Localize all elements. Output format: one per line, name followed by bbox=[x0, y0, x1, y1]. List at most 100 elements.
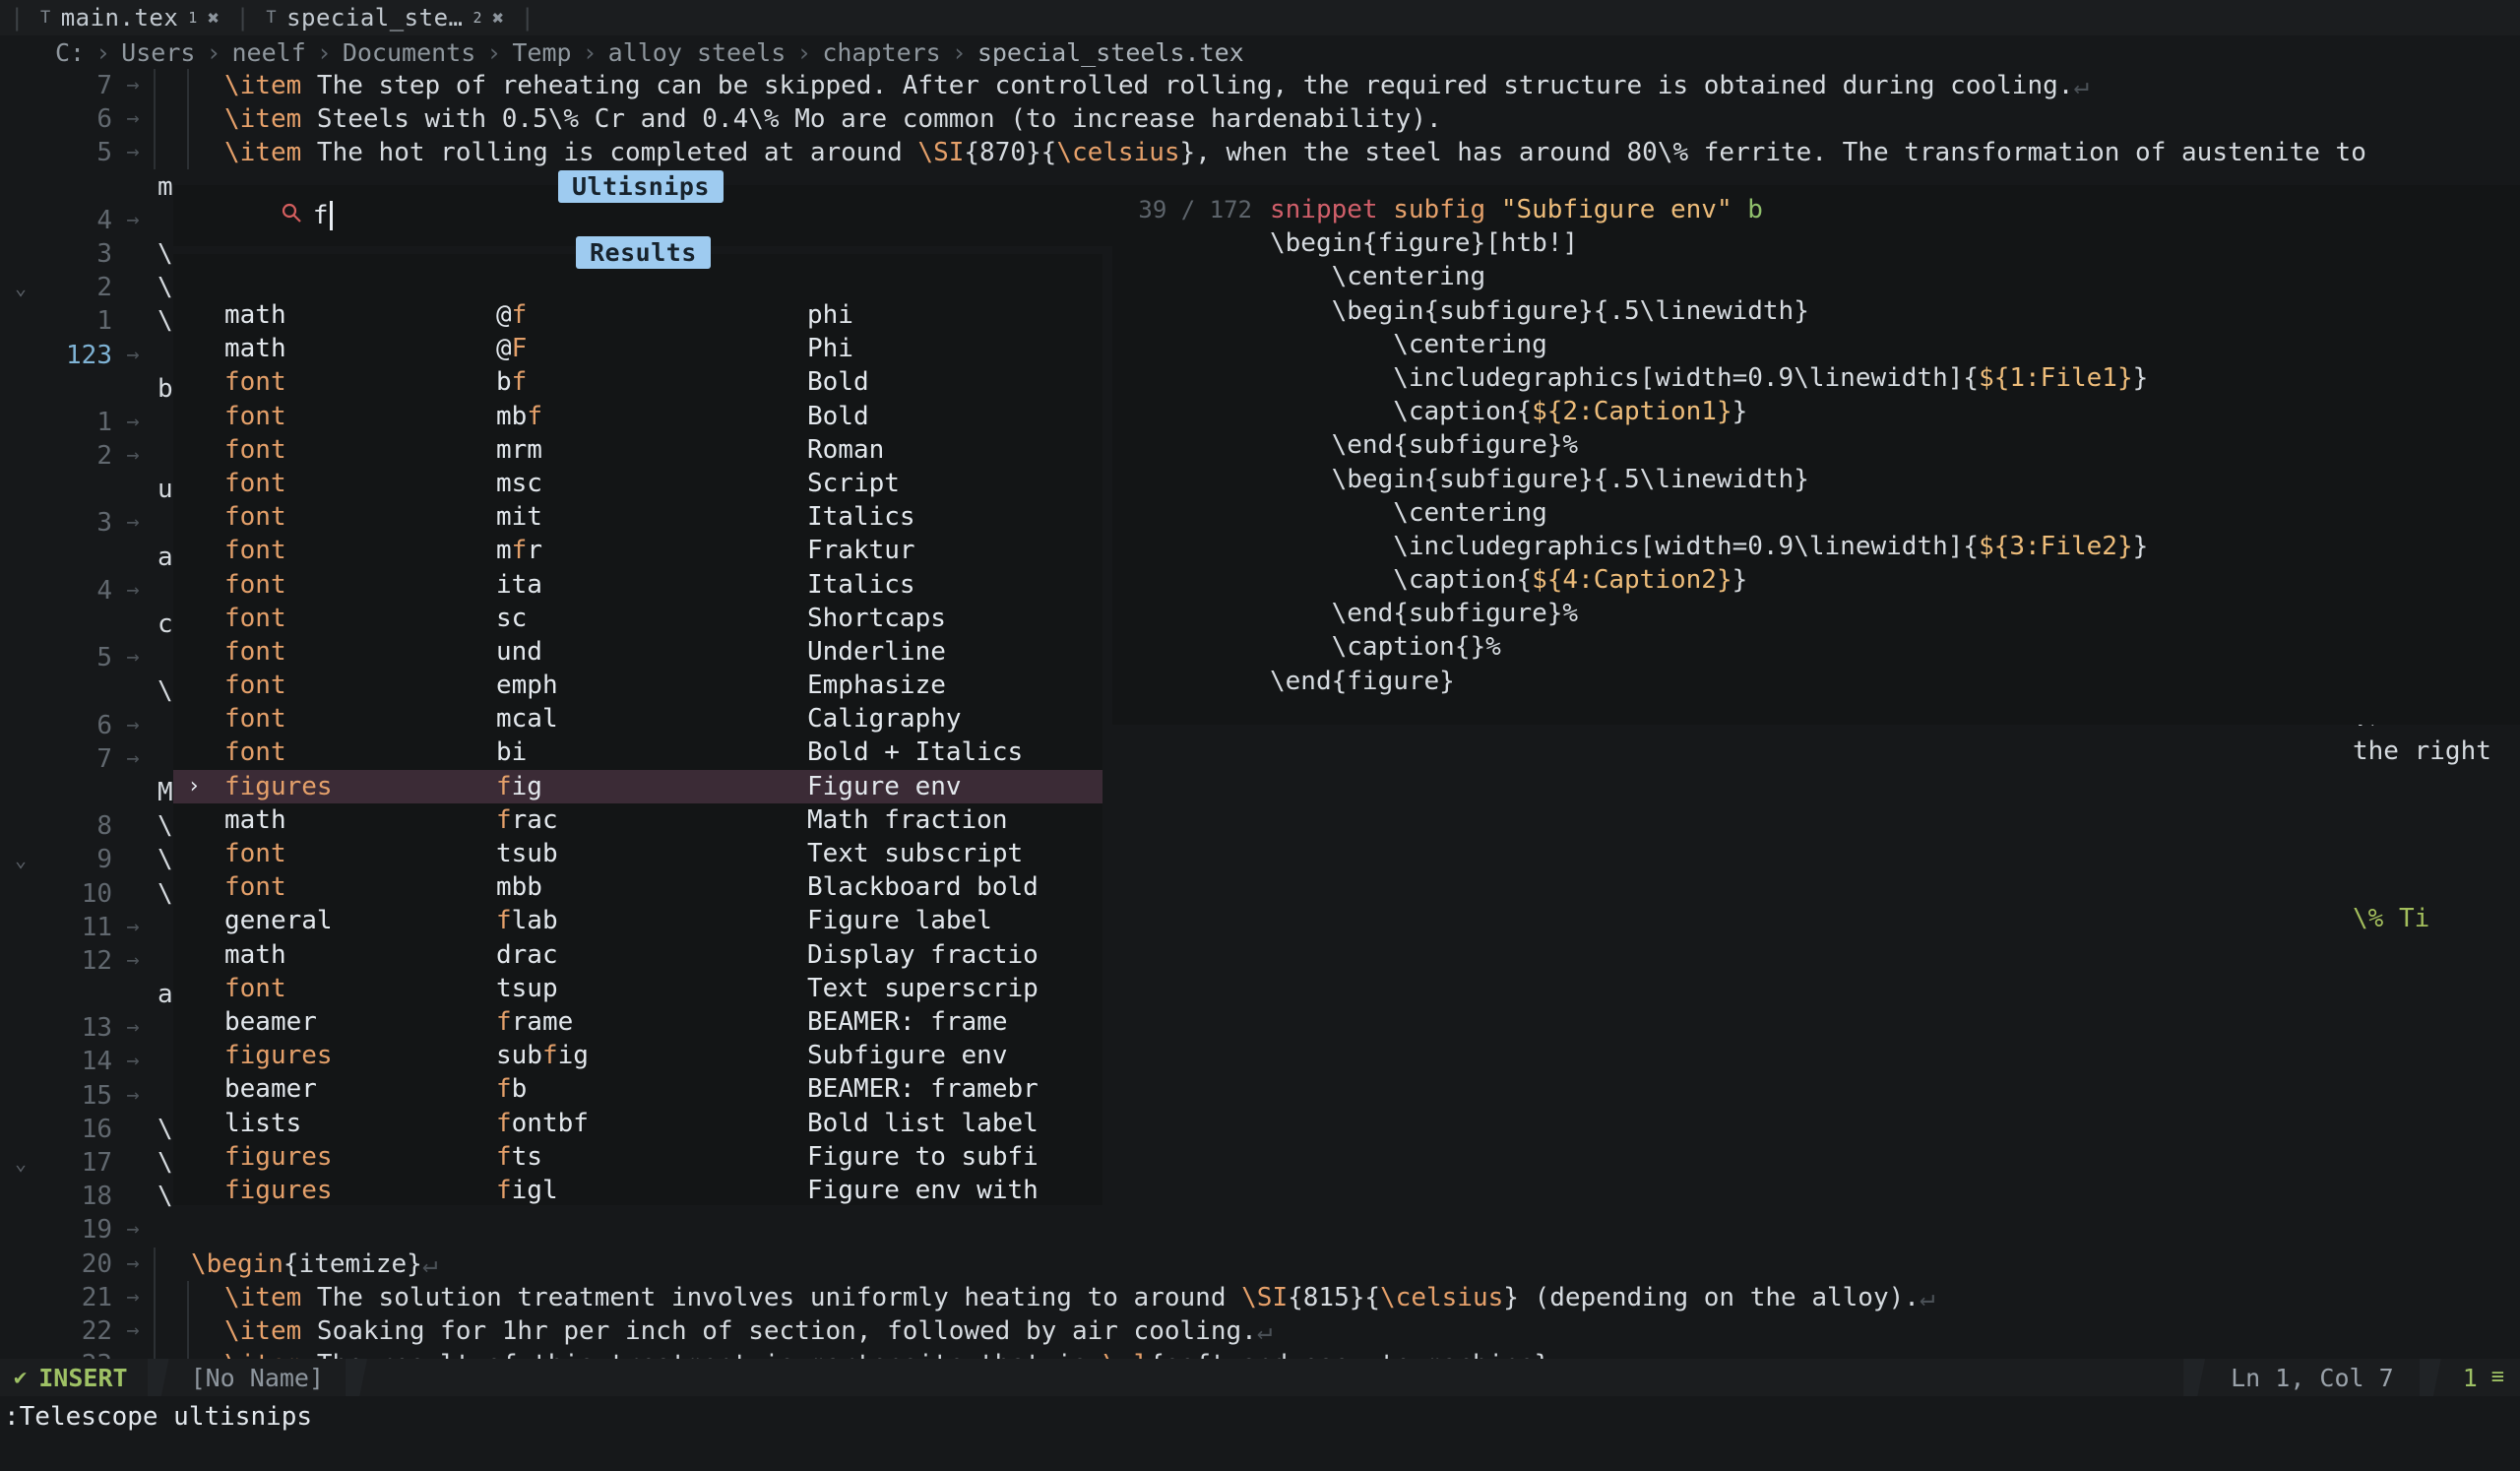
line-number: 2 bbox=[96, 441, 112, 472]
buffer-line[interactable]: 5 → \item The hot rolling is completed at … bbox=[0, 136, 2520, 170]
buffer-overflow-line: nd bbox=[2353, 636, 2384, 666]
breadcrumb-item[interactable]: chapters bbox=[822, 38, 940, 67]
breadcrumb-separator: › bbox=[206, 37, 221, 67]
buffer-line[interactable]: 15 → bbox=[0, 1079, 2520, 1113]
wrap-marker: → bbox=[126, 1250, 140, 1276]
indent-guide bbox=[187, 1280, 220, 1314]
line-text: u bbox=[158, 475, 173, 505]
tab-special-steels-tex[interactable]: T special_ste… 2 ✖ bbox=[260, 4, 510, 32]
line-text: \ bbox=[158, 676, 173, 707]
line-text: \ bbox=[158, 306, 173, 337]
buffer-line[interactable]: 21 → \item The solution treatment involves… bbox=[0, 1280, 2520, 1314]
wrap-marker: → bbox=[126, 140, 140, 165]
tab-main-tex[interactable]: T main.tex 1 ✖ bbox=[34, 4, 225, 32]
wrap-marker: → bbox=[126, 1317, 140, 1343]
buffer-line[interactable]: 19 → bbox=[0, 1213, 2520, 1247]
buffer-line[interactable]: 2 → bbox=[0, 439, 2520, 473]
statusline-slant-right-b bbox=[2419, 1359, 2441, 1396]
buffer-line[interactable]: 14 → bbox=[0, 1045, 2520, 1078]
breadcrumb-item[interactable]: Users bbox=[121, 38, 195, 67]
statusline-filename: [No Name] bbox=[190, 1363, 325, 1392]
buffer-line[interactable]: ⌄ 9 \ bbox=[0, 843, 2520, 876]
buffer-line[interactable]: 4 → bbox=[0, 574, 2520, 608]
breadcrumb-separator: › bbox=[796, 37, 812, 67]
buffer-line[interactable]: 4 → bbox=[0, 204, 2520, 237]
buffer-indicator: 1 ≡ bbox=[2441, 1364, 2520, 1392]
buffer-overflow-line: rms on bbox=[2353, 569, 2445, 599]
buffer-overflow-line: ith minor bbox=[2353, 502, 2491, 532]
buffer-line[interactable]: u bbox=[0, 473, 2520, 506]
breadcrumb-item[interactable]: neelf bbox=[232, 38, 306, 67]
buffer-line[interactable]: 12 → bbox=[0, 944, 2520, 978]
buffer-line[interactable]: 8 \ bbox=[0, 809, 2520, 843]
line-number: 123 bbox=[66, 340, 112, 370]
breadcrumb-item[interactable]: alloy steels bbox=[608, 38, 787, 67]
editor-buffer[interactable]: 7 → \item The step of reheating can be ski… bbox=[0, 69, 2520, 1382]
file-type-icon: T bbox=[266, 8, 278, 28]
wrap-marker: → bbox=[126, 1217, 140, 1243]
buffer-line[interactable]: ⌄ 17 \ bbox=[0, 1146, 2520, 1180]
line-number: 18 bbox=[81, 1182, 112, 1212]
line-number: 6 bbox=[96, 710, 112, 740]
buffer-line[interactable]: 20 → \begin{itemize}↵ bbox=[0, 1247, 2520, 1281]
command-line[interactable]: :Telescope ultisnips bbox=[0, 1396, 2520, 1471]
buffer-line[interactable]: b bbox=[0, 372, 2520, 406]
line-number: 16 bbox=[81, 1114, 112, 1144]
buffer-line[interactable]: 6 → bbox=[0, 709, 2520, 742]
buffer-line[interactable]: ⌄ 2 \ bbox=[0, 271, 2520, 304]
tab-index: 1 bbox=[188, 9, 198, 27]
close-icon[interactable]: ✖ bbox=[208, 6, 220, 30]
indent-guide bbox=[187, 1314, 220, 1349]
indent-guides bbox=[154, 102, 220, 137]
buffer-line[interactable]: 1 → bbox=[0, 406, 2520, 439]
buffer-overflow-line: the right bbox=[2353, 736, 2491, 766]
statusline-slant-mid bbox=[346, 1359, 368, 1396]
wrap-marker: → bbox=[126, 745, 140, 771]
buffer-line[interactable]: a bbox=[0, 541, 2520, 574]
breadcrumb-item[interactable]: special_steels.tex bbox=[977, 38, 1244, 67]
buffer-line[interactable]: 123 → bbox=[0, 339, 2520, 372]
buffer-line[interactable]: \ bbox=[0, 674, 2520, 708]
buffer-line[interactable]: 7 → \item The step of reheating can be ski… bbox=[0, 69, 2520, 103]
line-text: \item The hot rolling is completed at ar… bbox=[224, 138, 2366, 168]
indent-guide bbox=[154, 102, 187, 137]
buffer-line[interactable]: 22 → \item Soaking for 1hr per inch of sec… bbox=[0, 1314, 2520, 1349]
wrap-marker: → bbox=[126, 106, 140, 132]
fold-marker[interactable]: ⌄ bbox=[0, 1146, 41, 1180]
buffer-line[interactable]: 10 \ bbox=[0, 877, 2520, 911]
buffer-line[interactable]: 13 → bbox=[0, 1011, 2520, 1045]
breadcrumb-separator: › bbox=[582, 37, 598, 67]
breadcrumb: C: › Users › neelf › Documents › Temp › alloy stee… bbox=[0, 35, 2520, 69]
fold-marker[interactable]: ⌄ bbox=[0, 843, 41, 876]
buffer-line[interactable]: 1 \ bbox=[0, 304, 2520, 338]
buffer-overflow-line: ese steels bbox=[2353, 435, 2507, 465]
mode-label: INSERT bbox=[38, 1363, 128, 1392]
buffer-line[interactable]: 18 \ bbox=[0, 1180, 2520, 1213]
buffer-line[interactable]: 3 → bbox=[0, 506, 2520, 540]
line-text: \item The solution treatment involves un… bbox=[224, 1282, 1935, 1312]
breadcrumb-item[interactable]: Documents bbox=[343, 38, 475, 67]
line-number: 5 bbox=[96, 643, 112, 673]
line-number: 1 bbox=[96, 407, 112, 437]
buffer-overflow-line: .↵ bbox=[2353, 703, 2384, 733]
buffer-line[interactable]: M bbox=[0, 776, 2520, 809]
fold-marker[interactable]: ⌄ bbox=[0, 271, 41, 304]
breadcrumb-separator: › bbox=[486, 37, 502, 67]
line-text: \item Soaking for 1hr per inch of sectio… bbox=[224, 1315, 1273, 1346]
breadcrumb-item[interactable]: Temp bbox=[512, 38, 571, 67]
buffer-line[interactable]: c bbox=[0, 608, 2520, 641]
breadcrumb-separator: › bbox=[316, 37, 332, 67]
buffer-line[interactable]: 16 \ bbox=[0, 1113, 2520, 1146]
buffer-line[interactable]: 11 → bbox=[0, 911, 2520, 944]
breadcrumb-item[interactable]: C: bbox=[55, 38, 85, 67]
buffer-line[interactable]: 3 \ bbox=[0, 237, 2520, 271]
buffer-line[interactable]: a bbox=[0, 978, 2520, 1011]
line-number: 12 bbox=[81, 945, 112, 976]
buffer-line[interactable]: 6 → \item Steels with 0.5\% Cr and 0.4\% M… bbox=[0, 102, 2520, 137]
close-icon[interactable]: ✖ bbox=[492, 6, 505, 30]
line-number: 1 bbox=[96, 306, 112, 337]
buffer-line[interactable]: 7 → bbox=[0, 742, 2520, 776]
buffer-line[interactable]: m bbox=[0, 170, 2520, 204]
file-type-icon: T bbox=[39, 8, 51, 28]
buffer-line[interactable]: 5 → bbox=[0, 641, 2520, 674]
